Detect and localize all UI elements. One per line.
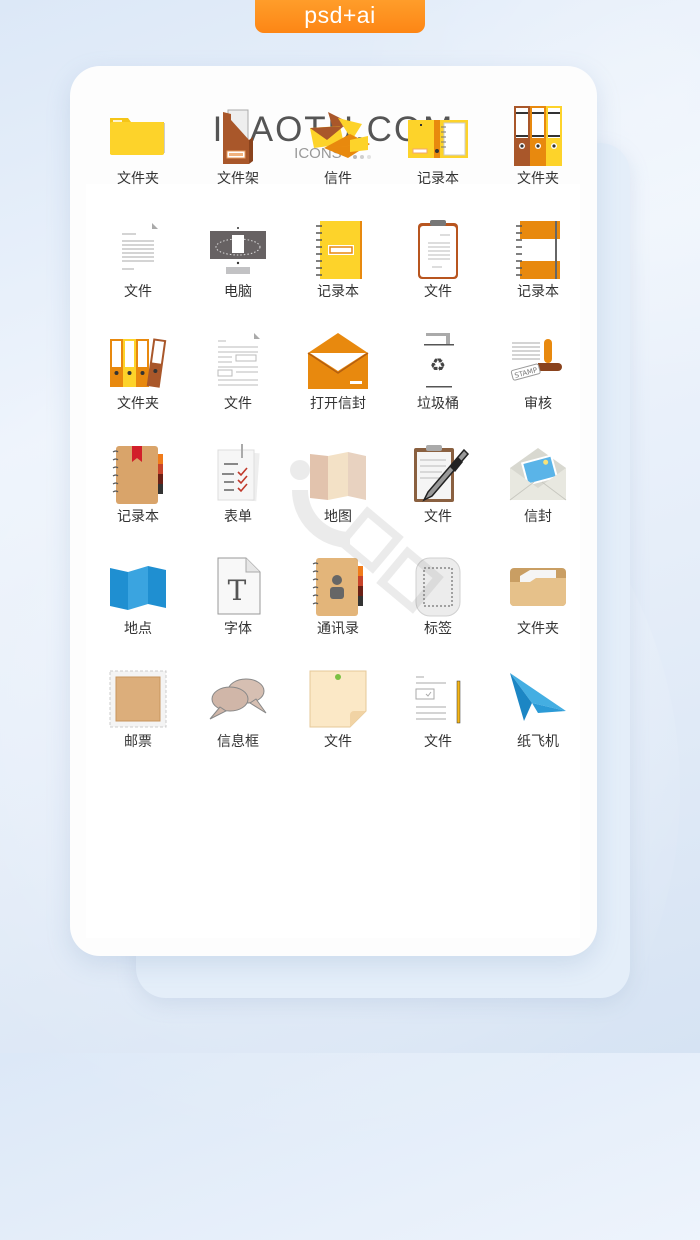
contacts-book-icon: [312, 558, 363, 616]
icon-label: 信息框: [217, 733, 259, 750]
icon-grid: 文件夹 文件架 信件 记录本 文件夹 文件 电脑 记录本 文件 记录本 文件夹 …: [88, 104, 588, 779]
icon-item[interactable]: T 字体: [188, 554, 288, 667]
icon-label: 邮票: [124, 733, 152, 750]
paper-map-icon: [310, 451, 366, 500]
icon-label: 标签: [424, 621, 452, 637]
icon-label: 电脑: [224, 283, 252, 300]
icon-item[interactable]: 记录本: [88, 442, 188, 555]
icon-item[interactable]: 文件: [188, 329, 288, 442]
address-book-bookmark-icon: [112, 445, 163, 504]
icon-label: 记录本: [517, 283, 559, 300]
icon-item[interactable]: 邮票: [88, 667, 188, 780]
icon-item[interactable]: 电脑: [188, 217, 288, 330]
font-file-icon: T: [217, 557, 261, 615]
icon-item[interactable]: 文件夹: [88, 104, 188, 217]
svg-text:T: T: [228, 574, 247, 607]
format-badge: psd+ai: [255, 0, 425, 33]
icon-label: 垃圾桶: [417, 396, 459, 412]
icon-item[interactable]: 文件: [88, 217, 188, 330]
icon-item[interactable]: 文件: [388, 667, 488, 780]
yellow-folder-icon: [110, 118, 165, 155]
icon-item[interactable]: 纸飞机: [488, 667, 588, 780]
checklist-form-icon: [217, 443, 260, 501]
clipboard-pen-icon: [414, 444, 470, 502]
icon-label: 地图: [324, 508, 352, 525]
icon-item[interactable]: 信息框: [188, 667, 288, 780]
document-icon: [122, 222, 158, 269]
blue-map-icon: [110, 566, 166, 610]
icon-item[interactable]: 打开信封: [288, 329, 388, 442]
icon-label: 文件夹: [117, 171, 159, 187]
icon-label: 记录本: [417, 171, 459, 187]
icon-item[interactable]: 表单: [188, 442, 288, 555]
icon-label: 文件夹: [517, 171, 559, 187]
photo-envelope-icon: [509, 447, 567, 500]
icon-label: 文件: [224, 396, 252, 412]
computer-icon: [210, 226, 266, 274]
icon-label: 文件: [424, 508, 452, 525]
icon-item[interactable]: 文件夹: [488, 554, 588, 667]
icon-item[interactable]: ♻ 垃圾桶: [388, 329, 488, 442]
icon-label: 通讯录: [317, 621, 359, 637]
sticky-note-icon: [309, 670, 367, 727]
icon-item[interactable]: 文件架: [188, 104, 288, 217]
binders-row-icon: [110, 338, 167, 388]
icon-item[interactable]: 信封: [488, 442, 588, 555]
icon-label: 信封: [524, 508, 552, 525]
icon-label: 文件夹: [517, 621, 559, 637]
icon-item[interactable]: 文件夹: [488, 104, 588, 217]
icon-item[interactable]: 标签: [388, 554, 488, 667]
icon-label: 记录本: [117, 508, 159, 525]
letters-icon: [310, 112, 370, 158]
icon-item[interactable]: 记录本: [488, 217, 588, 330]
postage-stamp-icon: [109, 670, 167, 727]
icon-label: 记录本: [317, 283, 359, 300]
icon-label: 审核: [524, 396, 552, 412]
layout-document-icon: [217, 333, 260, 386]
icon-item[interactable]: 通讯录: [288, 554, 388, 667]
icon-card: IBAOTU.COM ICONS 文件夹 文件架: [70, 66, 597, 956]
icon-label: 文件: [124, 283, 152, 300]
icon-item[interactable]: 信件: [288, 104, 388, 217]
icon-item[interactable]: 文件: [388, 442, 488, 555]
icon-label: 文件夹: [117, 396, 159, 412]
icon-label: 文件架: [217, 171, 259, 187]
icon-item[interactable]: 地点: [88, 554, 188, 667]
icon-label: 表单: [224, 508, 252, 525]
open-binder-icon: [408, 120, 468, 158]
icon-label: 信件: [324, 171, 352, 187]
yellow-notebook-icon: [316, 220, 362, 279]
icon-item[interactable]: 文件夹: [88, 329, 188, 442]
icon-item[interactable]: 记录本: [288, 217, 388, 330]
icon-label: 文件: [424, 283, 452, 300]
icon-item[interactable]: STAMP 审核: [488, 329, 588, 442]
open-envelope-icon: [307, 333, 369, 389]
tan-folder-icon: [510, 568, 566, 606]
chat-bubbles-icon: [209, 678, 267, 719]
icon-label: 文件: [324, 733, 352, 750]
file-holder-icon: [223, 109, 253, 164]
icon-item[interactable]: 文件: [388, 217, 488, 330]
icon-label: 纸飞机: [517, 733, 559, 750]
binders-icon: [514, 106, 562, 166]
icon-label: 文件: [424, 733, 452, 750]
icon-item[interactable]: 地图: [288, 442, 388, 555]
icon-label: 字体: [224, 621, 252, 637]
checklist-pencil-icon: [415, 676, 461, 723]
icon-label: 地点: [124, 621, 152, 637]
recycle-bin-icon: ♻: [424, 333, 454, 388]
tag-icon: [415, 557, 461, 617]
orange-notebook-icon: [516, 220, 560, 279]
icon-item[interactable]: 记录本: [388, 104, 488, 217]
icon-label: 打开信封: [310, 396, 366, 412]
svg-text:♻: ♻: [430, 355, 446, 376]
icon-item[interactable]: 文件: [288, 667, 388, 780]
clipboard-icon: [418, 219, 458, 279]
stamp-icon: STAMP: [510, 339, 562, 381]
paper-plane-icon: [510, 672, 566, 721]
svg-text:STAMP: STAMP: [514, 366, 539, 380]
